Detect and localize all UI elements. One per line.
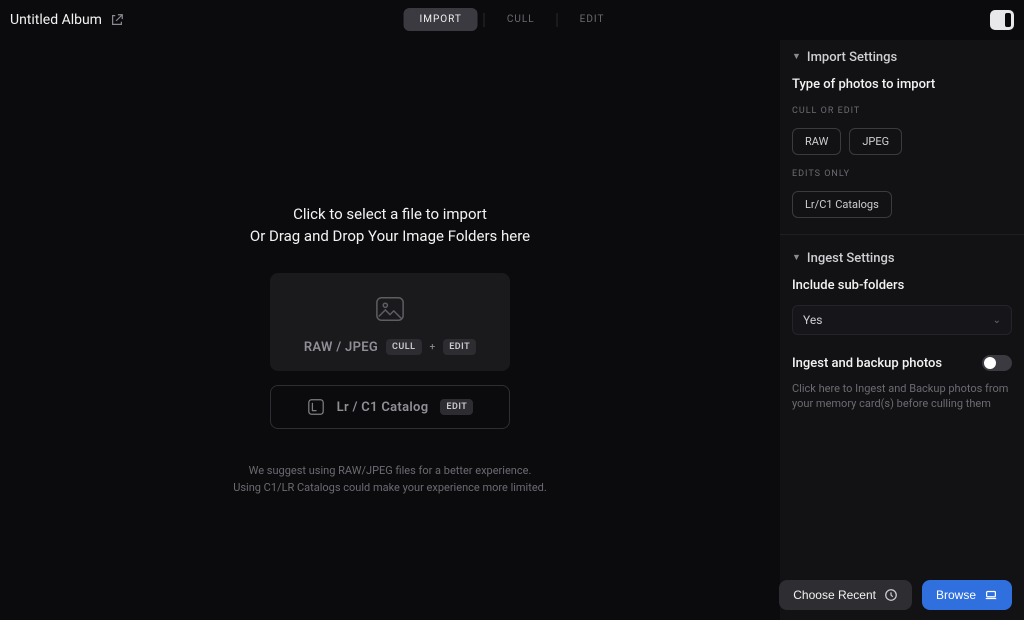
side-panel: ▼ Import Settings Type of photos to impo… xyxy=(780,40,1024,620)
ingest-backup-row: Ingest and backup photos xyxy=(792,355,1012,371)
workspace-heading-2: Or Drag and Drop Your Image Folders here xyxy=(250,227,530,245)
card-row: RAW / JPEG CULL + EDIT xyxy=(304,339,476,355)
import-settings-header[interactable]: ▼ Import Settings xyxy=(792,50,1012,65)
jpeg-button[interactable]: JPEG xyxy=(849,128,902,155)
section-divider xyxy=(780,234,1024,235)
drop-card-catalog[interactable]: Lr / C1 Catalog EDIT xyxy=(270,385,510,429)
tab-cull[interactable]: CULL xyxy=(491,8,551,31)
clock-icon xyxy=(884,588,898,602)
toggle-knob xyxy=(984,357,996,369)
select-value: Yes xyxy=(803,313,822,327)
open-external-icon[interactable] xyxy=(110,13,124,27)
choose-recent-button[interactable]: Choose Recent xyxy=(779,580,912,610)
mode-tabs: IMPORT CULL EDIT xyxy=(404,8,621,31)
panel-toggle-icon xyxy=(1005,13,1011,27)
catalogs-button[interactable]: Lr/C1 Catalogs xyxy=(792,191,892,218)
image-icon xyxy=(375,295,405,323)
tab-edit[interactable]: EDIT xyxy=(564,8,621,31)
import-workspace: Click to select a file to import Or Drag… xyxy=(0,40,780,620)
raw-jpeg-label: RAW / JPEG xyxy=(304,340,378,355)
hint-line-1: We suggest using RAW/JPEG files for a be… xyxy=(233,463,547,480)
workspace-hint: We suggest using RAW/JPEG files for a be… xyxy=(233,463,547,496)
chevron-down-icon: ⌄ xyxy=(993,315,1001,326)
laptop-icon xyxy=(984,588,998,602)
edits-only-label: EDITS ONLY xyxy=(792,169,1012,179)
tab-separator xyxy=(557,13,558,27)
edit-chip: EDIT xyxy=(443,339,476,355)
side-actions: Choose Recent Browse xyxy=(779,580,1012,610)
cull-or-edit-row: RAW JPEG xyxy=(792,128,1012,155)
type-of-photos-label: Type of photos to import xyxy=(792,77,1012,92)
edit-chip: EDIT xyxy=(440,399,473,415)
tab-separator xyxy=(484,13,485,27)
browse-label: Browse xyxy=(936,588,976,602)
album-title-group: Untitled Album xyxy=(10,12,124,28)
toggle-side-panel-button[interactable] xyxy=(990,10,1014,30)
cull-chip: CULL xyxy=(386,339,422,355)
top-bar: Untitled Album IMPORT CULL EDIT xyxy=(0,0,1024,40)
catalog-icon xyxy=(307,398,325,416)
hint-line-2: Using C1/LR Catalogs could make your exp… xyxy=(233,480,547,497)
drop-card-raw-jpeg[interactable]: RAW / JPEG CULL + EDIT xyxy=(270,273,510,371)
include-subfolders-select[interactable]: Yes ⌄ xyxy=(792,305,1012,335)
tab-import[interactable]: IMPORT xyxy=(404,8,478,31)
edits-only-row: Lr/C1 Catalogs xyxy=(792,191,1012,218)
cull-or-edit-label: CULL OR EDIT xyxy=(792,106,1012,116)
main: Click to select a file to import Or Drag… xyxy=(0,40,1024,620)
album-title: Untitled Album xyxy=(10,12,102,28)
chevron-down-icon: ▼ xyxy=(792,51,801,62)
catalog-label: Lr / C1 Catalog xyxy=(337,400,429,415)
raw-button[interactable]: RAW xyxy=(792,128,841,155)
ingest-settings-title: Ingest Settings xyxy=(807,251,895,266)
import-settings-title: Import Settings xyxy=(807,50,897,65)
plus-icon: + xyxy=(430,342,436,353)
ingest-settings-header[interactable]: ▼ Ingest Settings xyxy=(792,251,1012,266)
choose-recent-label: Choose Recent xyxy=(793,588,876,602)
browse-button[interactable]: Browse xyxy=(922,580,1012,610)
ingest-backup-label: Ingest and backup photos xyxy=(792,356,942,371)
ingest-backup-description: Click here to Ingest and Backup photos f… xyxy=(792,381,1012,412)
workspace-heading-1: Click to select a file to import xyxy=(293,205,487,223)
ingest-backup-toggle[interactable] xyxy=(982,355,1012,371)
include-subfolders-label: Include sub-folders xyxy=(792,278,1012,293)
chevron-down-icon: ▼ xyxy=(792,252,801,263)
